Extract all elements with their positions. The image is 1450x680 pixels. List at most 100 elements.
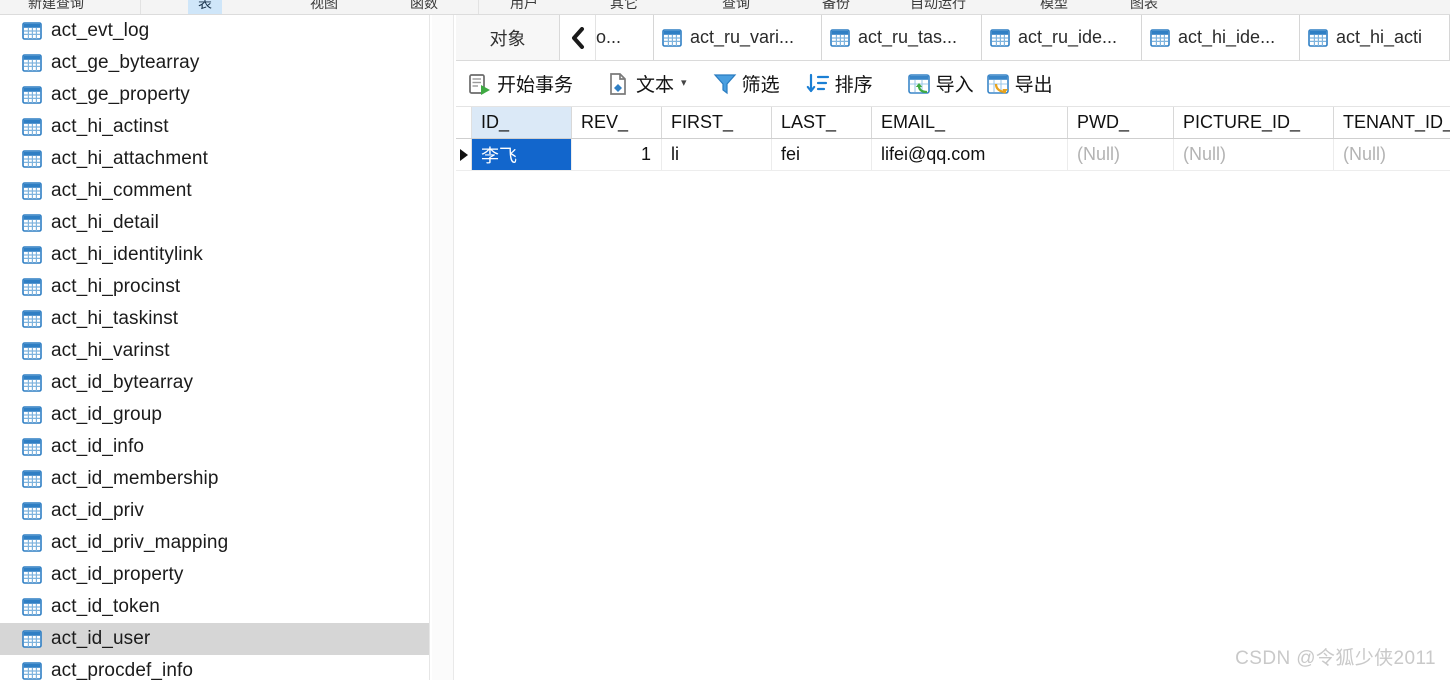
column-header-FIRST_[interactable]: FIRST_: [662, 107, 772, 138]
ribbon-tab-label: 图表: [1130, 0, 1158, 11]
cell-ID_[interactable]: 李飞: [472, 139, 572, 170]
object-tab-2[interactable]: act_ru_tas...: [822, 15, 982, 60]
cell-TENANT_ID_[interactable]: (Null): [1334, 139, 1450, 170]
ribbon-separator: [478, 0, 479, 14]
cell-PICTURE_ID_[interactable]: (Null): [1174, 139, 1334, 170]
table-icon: [22, 630, 42, 648]
sidebar-item-label: act_hi_taskinst: [51, 308, 179, 329]
begin-transaction-button[interactable]: 开始事务: [462, 67, 579, 101]
import-button[interactable]: 导入: [901, 67, 980, 101]
data-grid[interactable]: ID_ REV_ FIRST_ LAST_ EMAIL_ PWD_ PICTURE_ID_ T…: [456, 107, 1450, 680]
ribbon-tab-6[interactable]: 查询: [712, 0, 760, 14]
sidebar-item-label: act_id_info: [51, 436, 145, 457]
sidebar-item-label: act_hi_comment: [51, 180, 192, 201]
table-icon: [830, 28, 850, 47]
column-header-label: LAST_: [781, 112, 837, 132]
sidebar-item-act_id_priv[interactable]: act_id_priv: [0, 495, 429, 527]
ribbon-tab-0[interactable]: 新建查询: [18, 0, 94, 14]
column-header-ID_[interactable]: ID_: [472, 107, 572, 138]
sidebar-item-act_id_membership[interactable]: act_id_membership: [0, 463, 429, 495]
cell-FIRST_[interactable]: li: [662, 139, 772, 170]
object-tab-5[interactable]: act_hi_acti: [1300, 15, 1450, 60]
sidebar-item-act_procdef_info[interactable]: act_procdef_info: [0, 655, 429, 680]
object-tab-3[interactable]: act_ru_ide...: [982, 15, 1142, 60]
tab-object[interactable]: 对象: [456, 15, 560, 60]
table-icon: [22, 342, 42, 360]
sidebar-item-act_id_group[interactable]: act_id_group: [0, 399, 429, 431]
sidebar-item-label: act_id_membership: [51, 468, 219, 489]
column-header-EMAIL_[interactable]: EMAIL_: [872, 107, 1068, 138]
table-icon: [1150, 28, 1170, 47]
ribbon-tab-7[interactable]: 备份: [812, 0, 860, 14]
ribbon-tab-9[interactable]: 模型: [1030, 0, 1078, 14]
text-icon: [610, 72, 626, 95]
sidebar-item-act_ge_property[interactable]: act_ge_property: [0, 79, 429, 111]
table-icon: [22, 22, 42, 40]
ribbon-tab-1[interactable]: 表: [188, 0, 222, 14]
current-row-arrow-icon: [460, 148, 468, 161]
column-header-PICTURE_ID_[interactable]: PICTURE_ID_: [1174, 107, 1334, 138]
filter-button[interactable]: 筛选: [707, 67, 786, 101]
ribbon-tab-3[interactable]: 函数: [400, 0, 448, 14]
ribbon-tab-2[interactable]: 视图: [300, 0, 348, 14]
toolbar-button-label: 开始事务: [497, 75, 574, 96]
begin-transaction-icon: [469, 73, 490, 95]
text-button[interactable]: 文本 ▾: [601, 67, 693, 101]
grid-body[interactable]: 李飞 1 li fei lifei@qq.com (Null) (Null) (Null): [456, 139, 1450, 171]
sidebar-item-act_hi_comment[interactable]: act_hi_comment: [0, 175, 429, 207]
sidebar-item-act_ge_bytearray[interactable]: act_ge_bytearray: [0, 47, 429, 79]
sidebar-item-act_hi_detail[interactable]: act_hi_detail: [0, 207, 429, 239]
export-button[interactable]: 导出: [980, 67, 1059, 101]
sidebar-item-act_id_info[interactable]: act_id_info: [0, 431, 429, 463]
sidebar-item-act_hi_varinst[interactable]: act_hi_varinst: [0, 335, 429, 367]
sidebar-item-act_id_user[interactable]: act_id_user: [0, 623, 429, 655]
column-header-TENANT_ID_[interactable]: TENANT_ID_: [1334, 107, 1450, 138]
sidebar-item-act_hi_identitylink[interactable]: act_hi_identitylink: [0, 239, 429, 271]
sort-button[interactable]: 排序: [800, 67, 879, 101]
ribbon-tab-10[interactable]: 图表: [1120, 0, 1168, 14]
sidebar-item-act_hi_taskinst[interactable]: act_hi_taskinst: [0, 303, 429, 335]
object-tab-4[interactable]: act_hi_ide...: [1142, 15, 1300, 60]
grid-gutter-header: [456, 107, 472, 138]
sidebar-item-act_id_bytearray[interactable]: act_id_bytearray: [0, 367, 429, 399]
chevron-down-icon[interactable]: ▾: [681, 78, 687, 89]
table-icon: [22, 246, 42, 264]
sidebar-item-act_id_priv_mapping[interactable]: act_id_priv_mapping: [0, 527, 429, 559]
object-tab-0[interactable]: o...: [596, 15, 654, 60]
ribbon-tab-4[interactable]: 用户: [500, 0, 548, 14]
cell-EMAIL_[interactable]: lifei@qq.com: [872, 139, 1068, 170]
sidebar-scrollbar-track[interactable]: [432, 15, 879, 680]
sidebar-item-act_hi_procinst[interactable]: act_hi_procinst: [0, 271, 429, 303]
sidebar-item-label: act_evt_log: [51, 20, 150, 41]
column-header-label: PICTURE_ID_: [1183, 112, 1301, 132]
sidebar-item-act_hi_attachment[interactable]: act_hi_attachment: [0, 143, 429, 175]
sidebar-item-act_evt_log[interactable]: act_evt_log: [0, 15, 429, 47]
sidebar-item-act_id_token[interactable]: act_id_token: [0, 591, 429, 623]
column-header-REV_[interactable]: REV_: [572, 107, 662, 138]
ribbon-tab-8[interactable]: 自动运行: [900, 0, 976, 14]
ribbon-tab-strip: 新建查询 表 视图 函数 用户 其它 查询 备份 自动运行 模型 图表: [0, 0, 1450, 15]
table-list-sidebar[interactable]: act_evt_log act_ge_bytearray act_ge_proper…: [0, 15, 430, 680]
sidebar-item-act_id_property[interactable]: act_id_property: [0, 559, 429, 591]
row-indicator-cell[interactable]: [456, 139, 472, 170]
tab-scroll-left-button[interactable]: [560, 15, 596, 60]
cell-PWD_[interactable]: (Null): [1068, 139, 1174, 170]
ribbon-tab-label: 查询: [722, 0, 750, 11]
object-tab-bar[interactable]: 对象 o... act_ru_vari... act_ru_tas... act_ru…: [456, 15, 1450, 61]
table-row[interactable]: 李飞 1 li fei lifei@qq.com (Null) (Null) (Null): [456, 139, 1450, 171]
table-icon: [22, 54, 42, 72]
ribbon-tab-label: 模型: [1040, 0, 1068, 11]
cell-REV_[interactable]: 1: [572, 139, 662, 170]
ribbon-tab-label: 新建查询: [28, 0, 84, 11]
cell-LAST_[interactable]: fei: [772, 139, 872, 170]
cell-value: 李飞: [481, 145, 517, 166]
object-tab-label: act_ru_vari...: [690, 27, 795, 47]
column-header-LAST_[interactable]: LAST_: [772, 107, 872, 138]
object-tab-1[interactable]: act_ru_vari...: [654, 15, 822, 60]
object-tab-label: act_hi_acti: [1336, 27, 1423, 47]
ribbon-tab-5[interactable]: 其它: [600, 0, 648, 14]
grid-toolbar[interactable]: 开始事务 文本 ▾ 筛选 排序 导入 导出: [456, 61, 1450, 107]
toolbar-button-label: 排序: [834, 75, 873, 96]
sidebar-item-act_hi_actinst[interactable]: act_hi_actinst: [0, 111, 429, 143]
column-header-PWD_[interactable]: PWD_: [1068, 107, 1174, 138]
